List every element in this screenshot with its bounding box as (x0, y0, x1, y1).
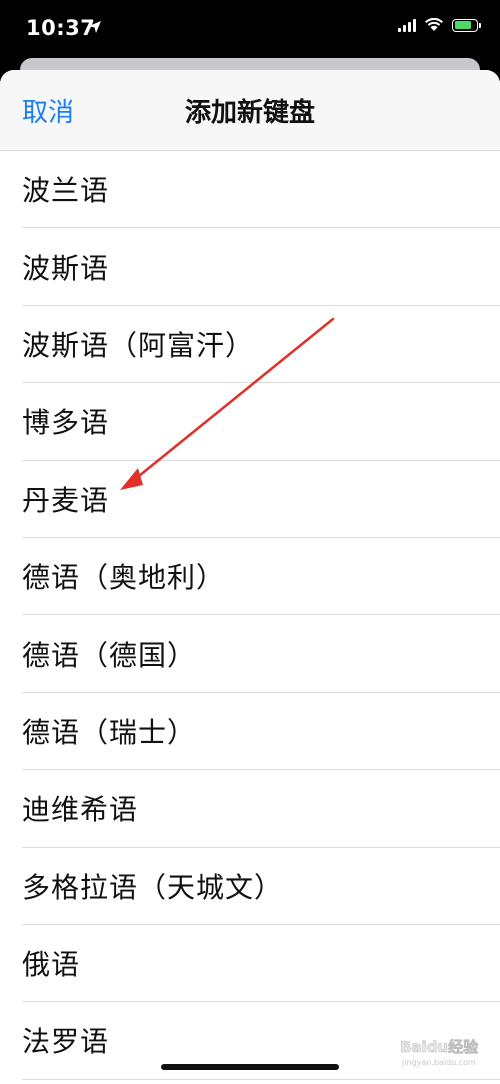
list-item-label: 波兰语 (22, 174, 110, 208)
list-item[interactable]: 波斯语 (22, 228, 500, 306)
status-bar: 10:37 (0, 0, 500, 62)
cellular-signal-icon (398, 18, 416, 32)
list-item[interactable]: 波兰语 (22, 151, 500, 229)
list-item[interactable]: 德语（瑞士） (22, 693, 500, 771)
list-item-label: 德语（瑞士） (22, 715, 197, 749)
location-arrow-icon (89, 21, 101, 33)
list-item-label: 德语（德国） (22, 638, 197, 672)
list-item[interactable]: 俄语 (22, 925, 500, 1003)
list-item-label: 多格拉语（天城文） (22, 870, 284, 904)
list-item-label: 波斯语（阿富汗） (22, 328, 255, 362)
battery-icon (452, 18, 481, 32)
page-title: 添加新键盘 (184, 98, 315, 128)
list-item[interactable]: 波斯语（阿富汗） (22, 306, 500, 384)
status-time: 10:37 (26, 16, 96, 40)
list-item[interactable]: 德语（德国） (22, 615, 500, 693)
wifi-icon (425, 18, 443, 31)
list-item-label: 丹麦语 (22, 483, 110, 517)
list-item[interactable]: 博多语 (22, 383, 500, 461)
list-item-label: 博多语 (22, 406, 110, 440)
list-item-label: 俄语 (22, 948, 81, 982)
list-item[interactable]: 德语（奥地利） (22, 538, 500, 616)
list-item[interactable]: 迪维希语 (22, 770, 500, 848)
battery-level (454, 21, 471, 29)
list-item[interactable]: 多格拉语（天城文） (22, 848, 500, 925)
svg-text:Baidu经验: Baidu经验 (400, 1038, 479, 1056)
list-item-label: 波斯语 (22, 251, 110, 285)
add-keyboard-sheet: 取消 添加新键盘 波兰语 波斯语 波斯语（阿富汗） 博多语 丹麦语 德语（奥地利… (0, 70, 500, 1084)
navigation-bar: 取消 添加新键盘 (0, 70, 500, 151)
home-indicator (161, 1064, 339, 1070)
svg-text:jingyan.baidu.com: jingyan.baidu.com (401, 1058, 476, 1067)
phone-screen: 10:37 取消 添加新键盘 波兰语 波斯语 波斯语（阿富汗） 博多语 丹麦语 … (0, 0, 500, 1084)
list-item[interactable]: 丹麦语 (22, 461, 500, 538)
list-item-label: 迪维希语 (22, 793, 139, 827)
baidu-watermark-logo: Baidu经验 jingyan.baidu.com (400, 1038, 480, 1067)
list-item-label: 法罗语 (22, 1025, 110, 1059)
language-list: 波兰语 波斯语 波斯语（阿富汗） 博多语 丹麦语 德语（奥地利） 德语（德国） … (0, 151, 500, 1080)
list-item-label: 德语（奥地利） (22, 561, 226, 595)
status-indicators (398, 18, 481, 32)
